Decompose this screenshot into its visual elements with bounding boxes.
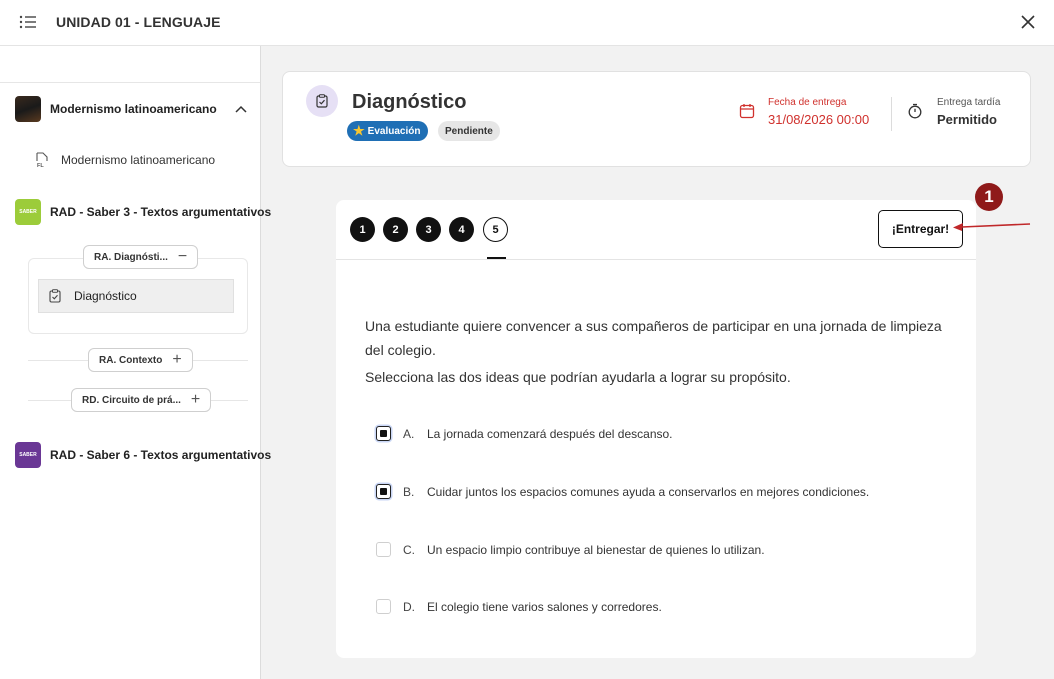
option-checkbox[interactable] [376,542,391,557]
late-submission-value: Permitido [937,112,997,127]
question-instruction: Selecciona las dos ideas que podrían ayu… [365,369,791,385]
due-date-value: 31/08/2026 00:00 [768,112,870,127]
option-d[interactable]: D. El colegio tiene varios salones y cor… [376,599,662,614]
clipboard-icon [316,94,328,108]
option-checkbox[interactable] [376,599,391,614]
sidebar-course-modernismo[interactable]: Modernismo latinoamericano [15,96,217,122]
annotation-marker: 1 [975,183,1003,211]
question-card: 1 2 3 4 5 ¡Entregar! Una estudiante quie… [336,200,976,658]
plus-icon[interactable]: + [191,392,200,408]
sidebar: Modernismo latinoamericano FL Modernismo… [0,46,271,679]
activity-icon-circle [306,85,338,117]
question-tab-2[interactable]: 2 [383,217,408,242]
status-badge: Pendiente [438,121,500,141]
file-icon: FL [36,152,48,168]
question-tab-3[interactable]: 3 [416,217,441,242]
minus-icon[interactable]: − [178,249,187,265]
header-separator [891,97,892,131]
close-icon[interactable] [1019,13,1037,31]
tabs-divider [336,259,976,260]
option-text: Un espacio limpio contribuye al bienesta… [427,542,765,557]
option-text: El colegio tiene varios salones y corred… [427,599,662,614]
option-a[interactable]: A. La jornada comenzará después del desc… [376,426,673,441]
menu-icon[interactable] [19,14,37,30]
svg-text:FL: FL [37,163,44,168]
option-text: Cuidar juntos los espacios comunes ayuda… [427,484,870,499]
course-thumbnail: SABER [15,442,41,468]
sidebar-item-label: Modernismo latinoamericano [61,153,216,167]
sidebar-course-saber3[interactable]: SABER RAD - Saber 3 - Textos argumentati… [15,199,271,225]
course-name: Modernismo latinoamericano [50,102,217,116]
section-pill-diagnostico[interactable]: RA. Diagnósti... − [83,245,199,269]
sidebar-item-modernismo[interactable]: FL Modernismo latinoamericano [35,152,215,168]
activity-title: Diagnóstico [352,91,467,113]
activity-label: Diagnóstico [74,289,137,303]
option-b[interactable]: B. Cuidar juntos los espacios comunes ay… [376,484,869,499]
chevron-up-icon[interactable] [234,104,248,114]
star-icon: ★ [353,123,365,138]
clipboard-icon [49,289,61,303]
sidebar-divider [0,82,260,83]
question-statement: Una estudiante quiere convencer a sus co… [365,318,942,358]
option-c[interactable]: C. Un espacio limpio contribuye al biene… [376,542,765,557]
option-letter: C. [403,542,415,557]
calendar-icon [739,104,755,119]
evaluation-badge: ★ Evaluación [347,121,429,141]
option-text: La jornada comenzará después del descans… [427,426,673,441]
due-date-label: Fecha de entrega [768,97,847,108]
option-letter: B. [403,484,415,499]
sidebar-item-diagnostico[interactable]: Diagnóstico [38,279,234,313]
top-bar: UNIDAD 01 - LENGUAJE [0,0,1054,46]
question-tab-5[interactable]: 5 [483,217,508,242]
sidebar-course-saber6[interactable]: SABER RAD - Saber 6 - Textos argumentati… [15,442,271,468]
question-tab-1[interactable]: 1 [350,217,375,242]
option-checkbox[interactable] [376,426,391,441]
activity-header-card: Diagnóstico ★ Evaluación Pendiente Fecha… [282,71,1031,167]
section-pill-contexto[interactable]: RA. Contexto + [88,348,193,372]
question-tab-4[interactable]: 4 [449,217,474,242]
option-checkbox[interactable] [376,484,391,499]
option-letter: D. [403,599,415,614]
unit-title: UNIDAD 01 - LENGUAJE [56,14,221,30]
annotation-arrow-icon [953,223,1031,231]
late-submission-label: Entrega tardía [937,97,1001,108]
course-name: RAD - Saber 6 - Textos argumentativos [50,448,272,462]
stopwatch-icon [908,103,922,119]
section-pill-circuito[interactable]: RD. Circuito de prá... + [71,388,212,412]
course-thumbnail [15,96,41,122]
plus-icon[interactable]: + [172,352,181,368]
course-thumbnail: SABER [15,199,41,225]
question-text: Una estudiante quiere convencer a sus co… [365,314,955,389]
option-letter: A. [403,426,415,441]
course-name: RAD - Saber 3 - Textos argumentativos [50,205,272,219]
